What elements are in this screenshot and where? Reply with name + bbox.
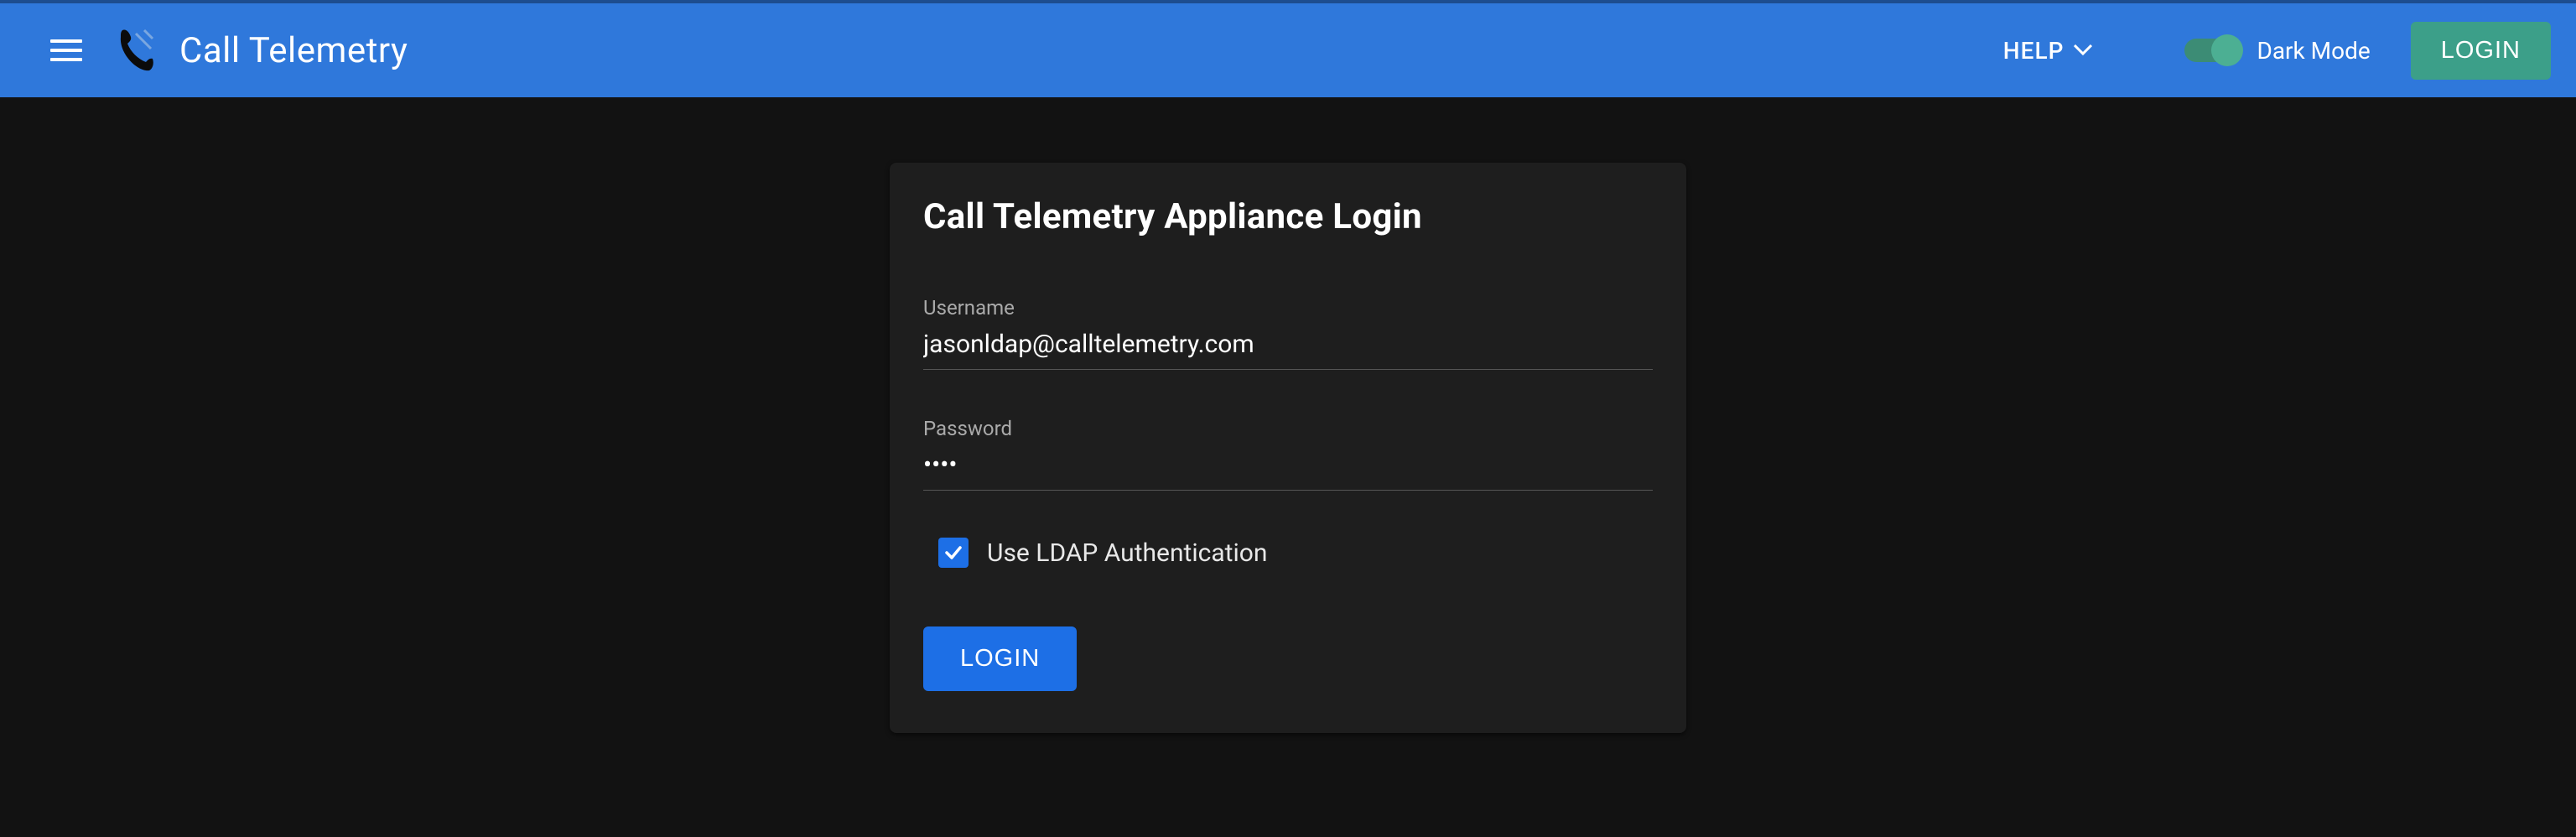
main-content: Call Telemetry Appliance Login Username … [0,97,2576,733]
login-submit-button[interactable]: LOGIN [923,626,1077,691]
username-label: Username [923,296,1653,320]
dark-mode-label: Dark Mode [2257,37,2370,65]
toggle-thumb [2211,34,2243,66]
help-menu[interactable]: HELP [1987,29,2110,73]
login-card: Call Telemetry Appliance Login Username … [890,163,1686,733]
ldap-checkbox-label: Use LDAP Authentication [987,538,1267,568]
toggle-track [2184,39,2241,62]
header-login-button[interactable]: LOGIN [2411,22,2551,80]
help-label: HELP [2003,37,2064,65]
chevron-down-icon [2074,44,2092,56]
menu-icon[interactable] [50,30,91,70]
app-header: Call Telemetry HELP Dark Mode LOGIN [0,0,2576,97]
username-field: Username [923,296,1653,370]
login-card-title: Call Telemetry Appliance Login [923,196,1653,237]
ldap-checkbox-row: Use LDAP Authentication [923,538,1653,568]
app-title: Call Telemetry [179,30,408,71]
dark-mode-toggle[interactable]: Dark Mode [2184,37,2370,65]
ldap-checkbox[interactable] [938,538,969,568]
password-input[interactable] [923,445,1653,491]
password-field: Password [923,417,1653,491]
username-input[interactable] [923,325,1653,370]
password-label: Password [923,417,1653,440]
phone-logo-icon [112,27,154,74]
